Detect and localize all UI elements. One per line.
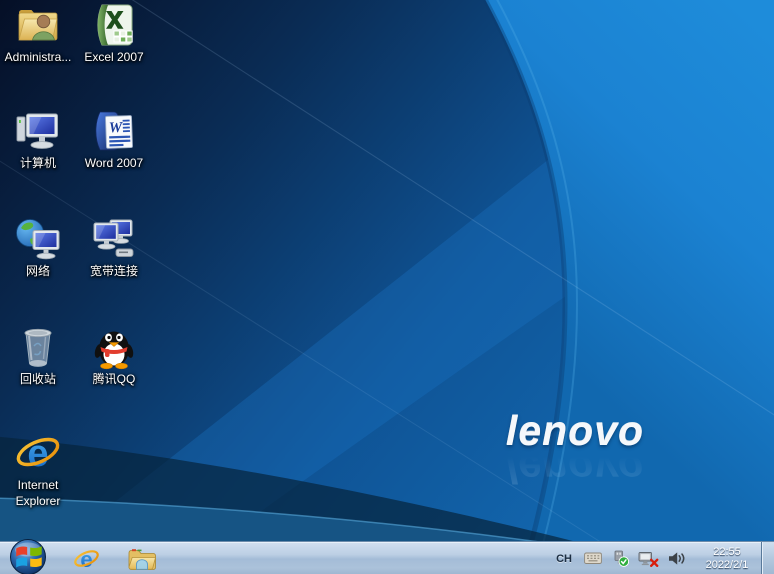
taskbar-windows-explorer-button[interactable]: [122, 544, 162, 574]
keyboard-tray-button[interactable]: [584, 552, 602, 565]
broadband-connection-icon: [90, 216, 138, 262]
start-button[interactable]: [9, 538, 47, 574]
desktop-icon-word-2007[interactable]: W Word 2007: [76, 108, 152, 172]
desktop-icon-recycle-bin[interactable]: 回收站: [0, 324, 76, 388]
network-disconnected-icon: [638, 551, 659, 567]
volume-tray-button[interactable]: [668, 551, 686, 566]
clock-time: 22:55: [699, 546, 755, 559]
user-folder-icon: [14, 2, 62, 48]
svg-text:W: W: [109, 120, 125, 137]
show-desktop-button[interactable]: [761, 542, 774, 574]
desktop-icon-label: 回收站: [20, 372, 56, 388]
taskbar: e CH: [0, 541, 774, 574]
language-indicator[interactable]: CH: [553, 551, 575, 567]
safely-remove-hardware-tray-button[interactable]: [611, 550, 629, 567]
clock-date: 2022/2/1: [699, 559, 755, 572]
volume-icon: [668, 551, 686, 566]
desktop-icon-label: 计算机: [20, 156, 56, 172]
desktop-icon-broadband-connection[interactable]: 宽带连接: [76, 216, 152, 280]
qq-penguin-icon: [90, 324, 138, 370]
desktop-icon-label: Internet Explorer: [0, 478, 76, 509]
word-icon: W: [90, 108, 138, 154]
internet-explorer-icon: e: [14, 430, 62, 476]
folder-icon: [127, 547, 157, 572]
taskbar-internet-explorer-button[interactable]: e: [66, 544, 106, 574]
windows-orb-icon: [9, 538, 47, 574]
desktop-icon-label: Excel 2007: [84, 50, 143, 66]
ie-icon: e: [73, 546, 100, 573]
computer-icon: [14, 108, 62, 154]
clock[interactable]: 22:55 2022/2/1: [699, 546, 755, 572]
keyboard-icon: [584, 552, 602, 565]
desktop-icon-internet-explorer[interactable]: e Internet Explorer: [0, 430, 76, 509]
desktop-icon-network[interactable]: 网络: [0, 216, 76, 280]
system-tray: CH: [553, 542, 774, 574]
desktop-icon-excel-2007[interactable]: Excel 2007: [76, 2, 152, 66]
network-icon: [14, 216, 62, 262]
desktop-icon-label: Word 2007: [85, 156, 143, 172]
desktop-icon-label: 腾讯QQ: [93, 372, 136, 388]
recycle-bin-icon: [14, 324, 62, 370]
network-status-tray-button[interactable]: [638, 551, 659, 567]
desktop: lenovo lenovo Administra...: [0, 0, 774, 574]
excel-icon: [90, 2, 138, 48]
desktop-icon-label: 宽带连接: [90, 264, 138, 280]
desktop-icon-computer[interactable]: 计算机: [0, 108, 76, 172]
desktop-icon-tencent-qq[interactable]: 腾讯QQ: [76, 324, 152, 388]
safely-remove-hardware-icon: [611, 550, 629, 567]
wallpaper: [0, 0, 774, 574]
desktop-icon-label: 网络: [26, 264, 50, 280]
desktop-icon-label: Administra...: [5, 50, 72, 66]
desktop-icon-administrator[interactable]: Administra...: [0, 2, 76, 66]
